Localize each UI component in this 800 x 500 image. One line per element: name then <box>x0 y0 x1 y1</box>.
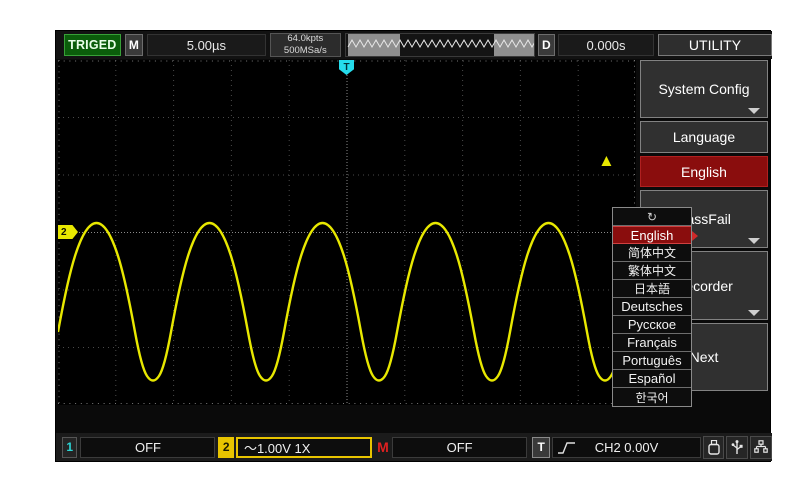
digital-channel-button[interactable]: D <box>538 34 555 56</box>
language-option-korean[interactable]: 한국어 <box>613 388 691 406</box>
language-option-traditional-chinese[interactable]: 繁体中文 <box>613 262 691 280</box>
refresh-circle-icon[interactable]: ↻ <box>613 208 691 226</box>
lan-network-glyph <box>754 440 768 454</box>
language-option-german[interactable]: Deutsches <box>613 298 691 316</box>
menu-title-utility: UTILITY <box>658 34 772 56</box>
usb-port-glyph <box>731 440 743 455</box>
lan-network-icon[interactable] <box>750 436 772 459</box>
trigger-setting: CH2 0.00V <box>552 437 700 458</box>
language-option-portuguese[interactable]: Português <box>613 352 691 370</box>
channel2-number-badge[interactable]: 2 <box>218 437 233 458</box>
menu-button-system-config[interactable]: System Config <box>640 60 768 118</box>
bottom-status-bar: 1 OFF 2 ～1.00V 1X M OFF T CH2 0.00V <box>56 433 772 461</box>
trigger-badge[interactable]: T <box>532 437 550 458</box>
language-option-simplified-chinese[interactable]: 简体中文 <box>613 244 691 262</box>
chevron-down-icon <box>748 238 760 244</box>
memory-depth-value: 64.0kpts <box>287 34 323 44</box>
rising-edge-icon <box>557 441 577 455</box>
menu-button-label: English <box>681 164 727 180</box>
trigger-level-marker[interactable]: ▲ <box>598 152 615 169</box>
menu-button-label: Next <box>690 349 719 365</box>
menu-button-label: System Config <box>658 81 749 97</box>
acquisition-mode-button[interactable]: M <box>125 34 143 56</box>
language-option-french[interactable]: Français <box>613 334 691 352</box>
math-setting[interactable]: OFF <box>392 437 527 458</box>
trigger-source-value: CH2 0.00V <box>595 440 659 455</box>
usb-port-icon[interactable] <box>726 436 748 459</box>
grid-and-trace <box>58 60 636 405</box>
minimap-waveform-icon <box>346 34 535 56</box>
chevron-down-icon <box>748 108 760 114</box>
timebase-readout[interactable]: 5.00µs <box>147 34 266 56</box>
channel1-number-badge[interactable]: 1 <box>62 437 77 458</box>
usb-drive-icon[interactable] <box>703 436 725 459</box>
waveform-plot-area[interactable]: 2 T ▲ <box>58 60 636 405</box>
menu-button-language[interactable]: Language <box>640 121 768 153</box>
sample-rate-value: 500MSa/s <box>284 46 327 56</box>
channel1-setting[interactable]: OFF <box>80 437 215 458</box>
menu-button-english-selected[interactable]: English <box>640 156 768 187</box>
acquisition-readout: 64.0kpts 500MSa/s <box>270 33 341 57</box>
math-channel-badge[interactable]: M <box>376 437 390 458</box>
language-option-russian[interactable]: Русское <box>613 316 691 334</box>
language-option-english[interactable]: English <box>613 226 691 244</box>
oscilloscope-screen: TRIGED M 5.00µs 64.0kpts 500MSa/s D 0.00… <box>55 30 771 462</box>
top-status-bar: TRIGED M 5.00µs 64.0kpts 500MSa/s D 0.00… <box>56 31 772 59</box>
usb-drive-glyph <box>708 440 720 455</box>
trigger-position-readout[interactable]: 0.000s <box>558 34 654 56</box>
menu-button-label: Language <box>673 129 735 145</box>
waveform-minimap[interactable] <box>345 33 535 57</box>
chevron-down-icon <box>748 310 760 316</box>
trigger-status-indicator: TRIGED <box>64 34 121 56</box>
language-option-spanish[interactable]: Español <box>613 370 691 388</box>
language-option-japanese[interactable]: 日本語 <box>613 280 691 298</box>
language-dropdown-list[interactable]: ↻ English 简体中文 繁体中文 日本語 Deutsches Русско… <box>612 207 692 407</box>
channel2-setting[interactable]: ～1.00V 1X <box>236 437 372 458</box>
